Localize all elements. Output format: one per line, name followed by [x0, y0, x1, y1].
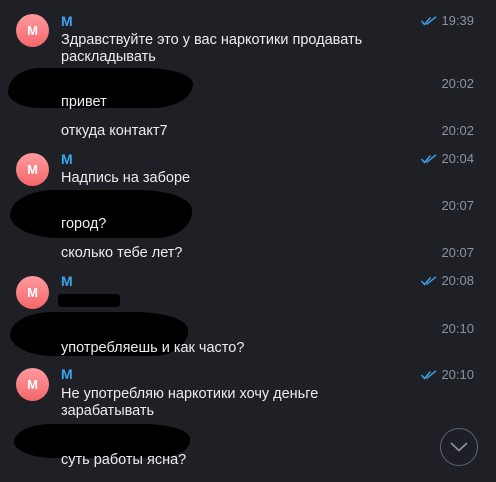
- time-label: 20:07: [441, 245, 474, 260]
- time-label: 20:08: [441, 273, 474, 288]
- time-label: 20:02: [441, 123, 474, 138]
- time-label: 20:02: [441, 76, 474, 91]
- scroll-to-bottom-button[interactable]: [440, 428, 478, 466]
- avatar[interactable]: M: [16, 368, 49, 401]
- time-label: 20:10: [441, 321, 474, 336]
- message-text: город?: [61, 216, 107, 232]
- chevron-down-icon: [450, 442, 468, 452]
- message-text: Не употребляю наркотики хочу деньге зара…: [61, 386, 319, 419]
- avatar[interactable]: M: [16, 153, 49, 186]
- message-text: Здравствуйте это у вас наркотики продава…: [61, 32, 363, 65]
- message-timestamp: 20:04: [421, 151, 474, 166]
- avatar-initial: M: [27, 377, 38, 392]
- sender-name[interactable]: M: [61, 13, 73, 29]
- time-label: 20:10: [441, 367, 474, 382]
- message-text: сколько тебе лет?: [61, 245, 183, 261]
- next-message-peek: [0, 478, 496, 482]
- message-text: привет: [61, 94, 107, 110]
- sender-name[interactable]: M: [61, 366, 73, 382]
- message-text: откуда контакт7: [61, 123, 168, 139]
- message-timestamp: 20:02: [441, 123, 474, 138]
- message-text: Надпись на заборе: [61, 170, 191, 186]
- double-check-icon: [421, 153, 437, 164]
- avatar-initial: M: [27, 162, 38, 177]
- message-text: суть работы ясна?: [61, 452, 187, 468]
- avatar[interactable]: M: [16, 276, 49, 309]
- avatar-initial: M: [27, 285, 38, 300]
- double-check-icon: [421, 15, 437, 26]
- message-timestamp: 20:07: [441, 198, 474, 213]
- avatar-initial: M: [27, 23, 38, 38]
- message-timestamp: 20:02: [441, 76, 474, 91]
- message-text: употребляешь и как часто?: [61, 340, 245, 356]
- sender-name[interactable]: M: [61, 151, 73, 167]
- message-timestamp: 20:07: [441, 245, 474, 260]
- message-timestamp: 19:39: [421, 13, 474, 28]
- message-timestamp: 20:08: [421, 273, 474, 288]
- time-label: 19:39: [441, 13, 474, 28]
- sender-name[interactable]: M: [61, 273, 73, 289]
- redaction-mark: [58, 294, 120, 307]
- time-label: 20:07: [441, 198, 474, 213]
- double-check-icon: [421, 275, 437, 286]
- double-check-icon: [421, 369, 437, 380]
- message-timestamp: 20:10: [441, 321, 474, 336]
- message-timestamp: 20:10: [421, 367, 474, 382]
- time-label: 20:04: [441, 151, 474, 166]
- avatar[interactable]: M: [16, 14, 49, 47]
- chat-message-list[interactable]: M M Здравствуйте это у вас наркотики про…: [0, 0, 496, 482]
